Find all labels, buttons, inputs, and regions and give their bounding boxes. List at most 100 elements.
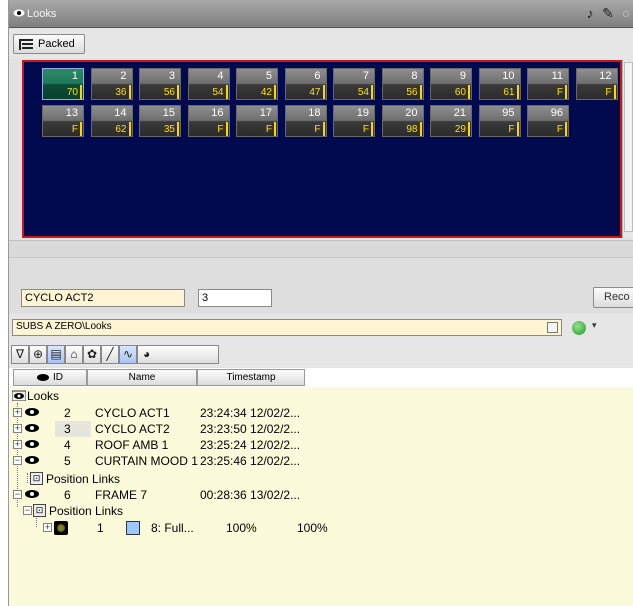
column-name[interactable]: Name xyxy=(87,369,197,386)
tile-level-bar xyxy=(468,85,470,99)
pin-icon[interactable]: ♪ xyxy=(581,4,599,22)
look-tile-18[interactable]: 18 F xyxy=(284,105,327,137)
effect-icon[interactable]: ╱ xyxy=(101,345,119,364)
eye-icon[interactable] xyxy=(25,408,39,416)
fixture-icon xyxy=(54,521,68,535)
tile-value: 62 xyxy=(115,124,127,135)
look-tile-12[interactable]: 12 F xyxy=(575,68,618,100)
column-id[interactable]: ID xyxy=(13,369,87,386)
tile-number: 9 xyxy=(459,70,466,82)
look-tile-2[interactable]: 2 36 xyxy=(90,68,133,100)
look-tile-11[interactable]: 11 F xyxy=(527,68,569,100)
look-tile-13[interactable]: 13 F xyxy=(42,105,84,137)
tile-number: 5 xyxy=(265,70,272,82)
tile-value: F xyxy=(265,124,272,135)
tile-number: 7 xyxy=(362,70,369,82)
tile-value: F xyxy=(217,124,224,135)
look-tile-7[interactable]: 7 54 xyxy=(333,68,375,100)
look-tile-8[interactable]: 8 56 xyxy=(381,68,424,100)
look-tile-16[interactable]: 16 F xyxy=(187,105,230,137)
tile-level-bar xyxy=(274,122,276,136)
path-dropdown-icon[interactable] xyxy=(547,322,558,333)
color-icon[interactable]: ▤ xyxy=(47,345,65,364)
look-tile-15[interactable]: 15 35 xyxy=(139,105,181,137)
position-links-icon: ⊡ xyxy=(30,472,43,485)
position-icon[interactable]: ⊕ xyxy=(29,345,47,364)
chevron-down-icon[interactable]: ▾ xyxy=(592,320,597,331)
look-tile-21[interactable]: 21 29 xyxy=(430,105,472,137)
tile-value: 36 xyxy=(115,87,127,98)
record-button[interactable]: Reco xyxy=(593,287,633,308)
control-icon[interactable]: ◕ xyxy=(137,345,219,364)
tile-number: 19 xyxy=(356,107,369,119)
title-bar: Looks ♪ ✎ ○ xyxy=(9,0,633,28)
go-icon[interactable] xyxy=(572,321,586,335)
tile-value: F xyxy=(362,124,369,135)
tree-row-2[interactable]: + 2 CYCLO ACT1 23:24:34 12/02/2... xyxy=(9,405,633,421)
expand-icon[interactable]: + xyxy=(43,523,52,532)
gobo-icon[interactable]: ✿ xyxy=(83,345,101,364)
row-name: CURTAIN MOOD 1 xyxy=(95,454,198,468)
column-timestamp[interactable]: Timestamp xyxy=(197,369,305,386)
expand-icon[interactable]: + xyxy=(13,408,22,417)
filter-icon[interactable]: ∇ xyxy=(11,345,29,364)
eye-icon[interactable] xyxy=(25,440,39,448)
wrench-icon[interactable]: ✎ xyxy=(599,4,617,22)
look-tile-3[interactable]: 3 56 xyxy=(139,68,181,100)
look-tile-9[interactable]: 9 60 xyxy=(430,68,472,100)
look-tile-14[interactable]: 14 62 xyxy=(90,105,133,137)
tile-value: 61 xyxy=(503,87,515,98)
expand-icon[interactable]: + xyxy=(13,440,22,449)
looks-window: Looks ♪ ✎ ○ Packed 1 70 2 36 3 56 4 54 5 42 6 47 7 54… xyxy=(8,0,633,606)
collapse-icon[interactable]: − xyxy=(13,456,22,465)
look-tile-95[interactable]: 95 F xyxy=(478,105,521,137)
position-links-row[interactable]: − ⊡ Position Links xyxy=(9,503,633,519)
look-name-input[interactable]: CYCLO ACT2 xyxy=(21,289,185,307)
grid-scrollbar[interactable] xyxy=(622,60,633,238)
look-number-input[interactable]: 3 xyxy=(198,289,272,307)
tree-row-6[interactable]: − 6 FRAME 7 00:28:36 13/02/2... xyxy=(9,487,633,503)
row-name: CYCLO ACT1 xyxy=(95,406,170,420)
tree-row-3[interactable]: + 3 CYCLO ACT2 23:23:50 12/02/2... xyxy=(9,421,633,437)
row-id: 5 xyxy=(64,454,71,468)
look-tile-20[interactable]: 20 98 xyxy=(381,105,424,137)
tree-row-5[interactable]: − 5 CURTAIN MOOD 1 23:25:46 12/02/2... xyxy=(9,453,633,469)
close-icon[interactable]: ○ xyxy=(617,4,633,22)
tile-value: 98 xyxy=(406,124,418,135)
row-name: FRAME 7 xyxy=(95,488,148,502)
expand-icon[interactable]: + xyxy=(13,424,22,433)
tree-row-4[interactable]: + 4 ROOF AMB 1 23:25:24 12/02/2... xyxy=(9,437,633,453)
eye-icon[interactable] xyxy=(25,490,39,498)
eye-icon[interactable] xyxy=(25,424,39,432)
tile-level-bar xyxy=(516,85,519,99)
look-tile-19[interactable]: 19 F xyxy=(333,105,375,137)
packed-button[interactable]: Packed xyxy=(13,34,85,54)
tile-number: 16 xyxy=(211,107,224,119)
look-tile-5[interactable]: 5 42 xyxy=(236,68,278,100)
collapse-icon[interactable]: − xyxy=(23,506,32,515)
window-title: Looks xyxy=(27,8,57,20)
look-tile-6[interactable]: 6 47 xyxy=(284,68,327,100)
path-input[interactable]: SUBS A ZERO\Looks xyxy=(12,319,562,336)
tile-value: F xyxy=(556,87,563,98)
position-links-row[interactable]: ⊡ Position Links xyxy=(9,471,633,487)
eye-icon[interactable] xyxy=(25,456,39,464)
look-tile-1[interactable]: 1 70 xyxy=(42,68,84,100)
grid-scroll-thumb[interactable] xyxy=(624,62,633,232)
beam-icon[interactable]: ⌂ xyxy=(65,345,83,364)
tree-root[interactable]: Looks xyxy=(9,388,633,404)
look-tile-96[interactable]: 96 F xyxy=(527,105,569,137)
sub-label: 8: Full... xyxy=(151,521,194,535)
path-text: SUBS A ZERO\Looks xyxy=(16,321,112,332)
tile-number: 14 xyxy=(114,107,127,119)
look-tile-4[interactable]: 4 54 xyxy=(187,68,230,100)
look-tile-17[interactable]: 17 F xyxy=(236,105,278,137)
sub-link-row[interactable]: + 1 8: Full... 100% 100% xyxy=(9,520,633,536)
collapse-icon[interactable]: − xyxy=(13,490,22,499)
tile-level-bar xyxy=(322,85,325,99)
sub-value-2: 100% xyxy=(297,521,328,535)
tile-number: 10 xyxy=(502,70,515,82)
wave-icon[interactable]: ∿ xyxy=(119,345,137,364)
tile-level-bar xyxy=(80,85,82,99)
look-tile-10[interactable]: 10 61 xyxy=(478,68,521,100)
